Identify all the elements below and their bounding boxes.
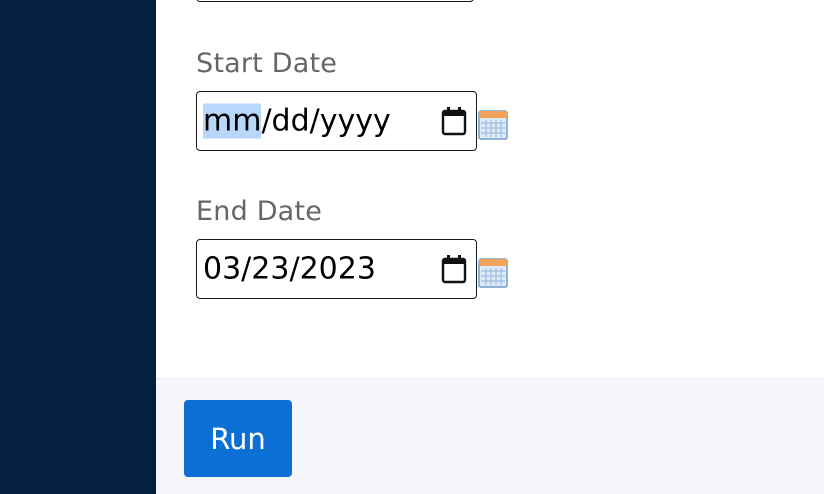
end-date-input[interactable]: 03/23/2023 (196, 239, 477, 299)
calendar-icon[interactable] (441, 106, 467, 136)
start-date-label: Start Date (196, 48, 338, 79)
sidebar (0, 0, 156, 494)
start-date-value[interactable]: mm/dd/yyyy (203, 103, 391, 139)
start-date-input[interactable]: mm/dd/yyyy (196, 91, 477, 151)
month-segment[interactable]: mm (203, 103, 262, 139)
main-form: Start Date mm/dd/yyyy End Date 03/23/202… (156, 0, 824, 378)
end-date-label: End Date (196, 196, 323, 227)
calendar-icon[interactable] (441, 254, 467, 284)
run-button[interactable]: Run (184, 400, 292, 477)
previous-field-edge[interactable] (196, 0, 474, 2)
end-date-value[interactable]: 03/23/2023 (203, 252, 376, 287)
form-footer: Run (156, 378, 824, 494)
day-year-segments[interactable]: /dd/yyyy (261, 104, 390, 139)
calendar-grid-icon[interactable] (478, 110, 508, 140)
calendar-grid-icon[interactable] (478, 258, 508, 288)
